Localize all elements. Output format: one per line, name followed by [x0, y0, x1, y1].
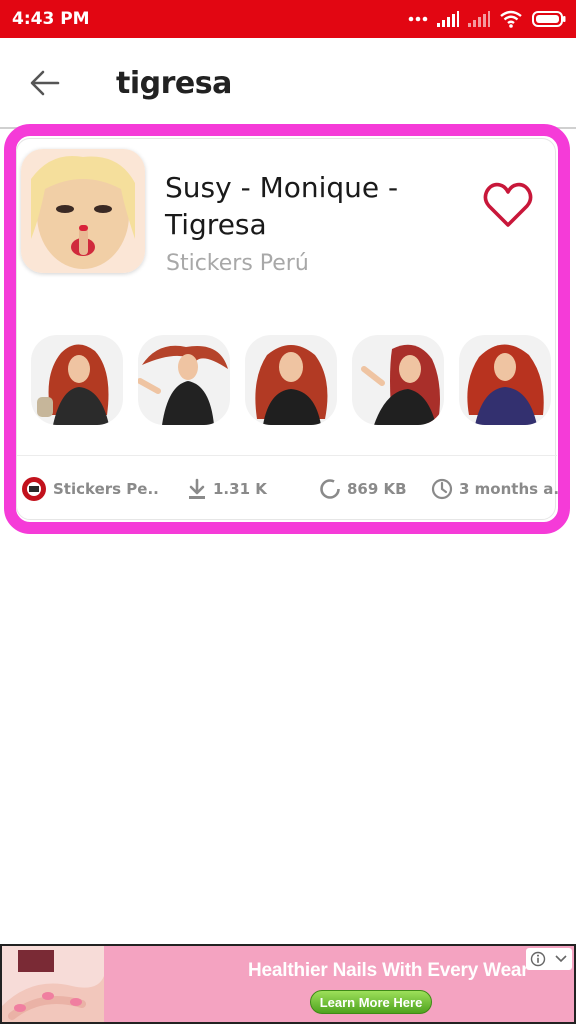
pack-meta-row: Stickers Pe.. 1.31 K 869 KB 3 months a..	[17, 477, 565, 501]
signal-icon	[437, 11, 459, 27]
status-time: 4:43 PM	[12, 9, 90, 29]
updated-time: 3 months a..	[459, 480, 565, 498]
sticker-preview[interactable]	[459, 335, 551, 425]
pack-size: 869 KB	[347, 480, 407, 498]
pack-thumbnail	[21, 149, 145, 273]
status-icons	[408, 10, 566, 28]
sticker-preview[interactable]	[245, 335, 337, 425]
more-dots-icon	[408, 16, 428, 22]
favorite-button[interactable]	[481, 179, 535, 233]
ad-headline: Healthier Nails With Every Wear	[248, 960, 529, 981]
pack-title: Susy - Monique - Tigresa	[165, 171, 399, 241]
download-icon	[189, 478, 205, 499]
card-divider	[17, 455, 557, 456]
progress-ring-icon	[320, 479, 340, 499]
search-query[interactable]: tigresa	[116, 66, 232, 101]
downloads-count: 1.31 K	[213, 480, 267, 498]
downloads-meta: 1.31 K	[187, 477, 267, 501]
heart-outline-icon	[483, 182, 533, 227]
ad-banner[interactable]: Healthier Nails With Every Wear Learn Mo…	[0, 944, 576, 1024]
ad-cta-button[interactable]: Learn More Here	[310, 990, 432, 1014]
ad-choices[interactable]	[526, 948, 572, 970]
signal-icon	[468, 11, 490, 27]
arrow-left-icon	[30, 70, 60, 96]
ad-image	[2, 946, 104, 1022]
status-bar: 4:43 PM	[0, 0, 576, 38]
sticker-preview-row	[31, 335, 551, 425]
wifi-icon	[500, 10, 522, 28]
toolbar-divider	[0, 127, 576, 129]
updated-meta: 3 months a..	[431, 477, 565, 501]
sticker-preview[interactable]	[31, 335, 123, 425]
publisher-meta[interactable]: Stickers Pe..	[21, 477, 159, 501]
sticker-pack-card[interactable]: Susy - Monique - Tigresa Stickers Perú S…	[16, 138, 565, 520]
sticker-preview[interactable]	[352, 335, 444, 425]
size-meta: 869 KB	[319, 477, 407, 501]
clock-icon	[431, 478, 453, 500]
battery-icon	[532, 11, 566, 27]
sticker-preview[interactable]	[138, 335, 230, 425]
chevron-down-icon	[555, 955, 567, 963]
search-toolbar: tigresa	[0, 38, 576, 129]
info-icon	[530, 951, 546, 967]
pack-author: Stickers Perú	[166, 251, 309, 276]
publisher-avatar-icon	[22, 477, 46, 501]
back-button[interactable]	[10, 48, 80, 118]
publisher-name: Stickers Pe..	[53, 480, 159, 498]
